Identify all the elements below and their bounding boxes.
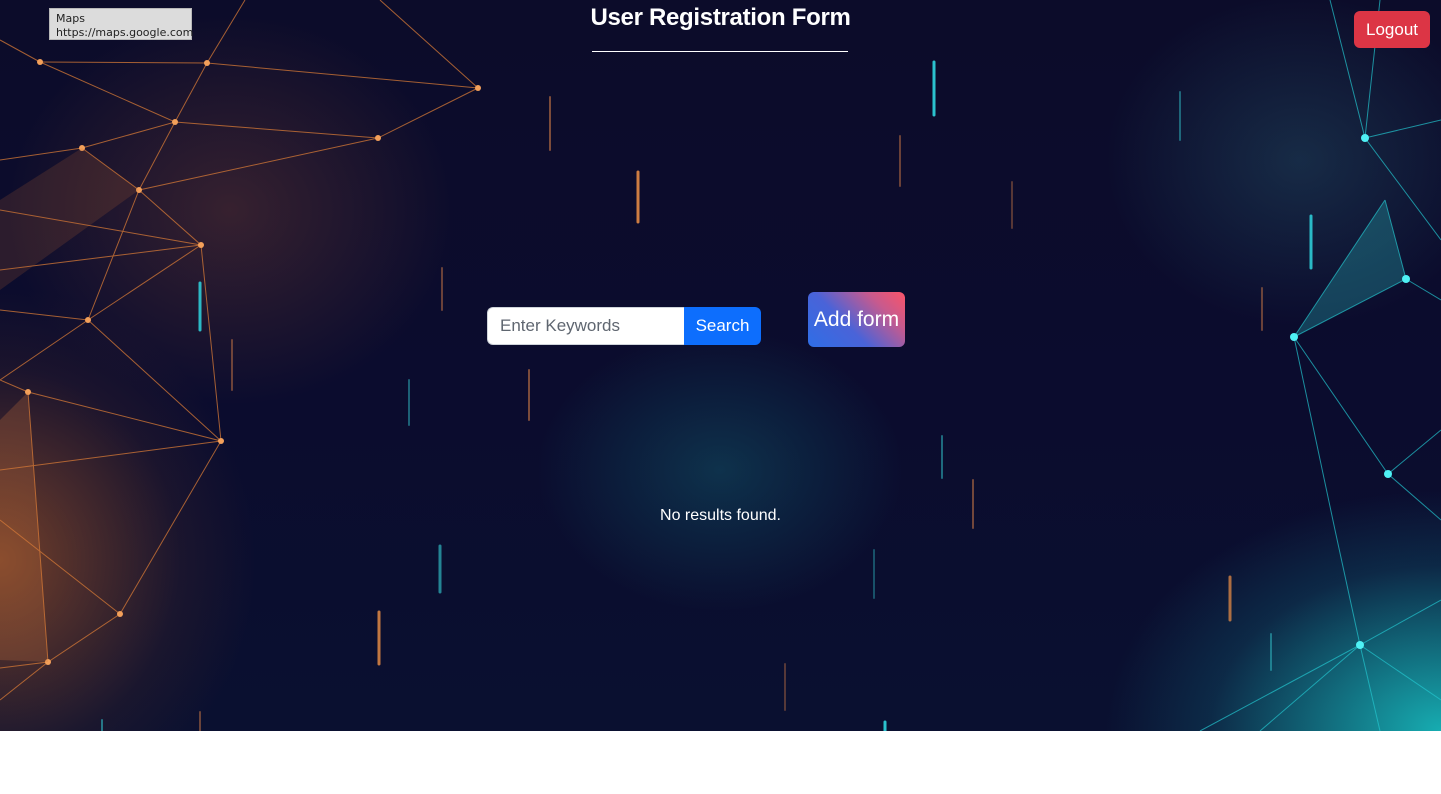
network-background-art	[0, 0, 1441, 731]
search-input[interactable]	[487, 307, 685, 345]
title-divider	[592, 51, 848, 52]
logout-button[interactable]: Logout	[1354, 11, 1430, 48]
no-results-message: No results found.	[660, 507, 781, 524]
search-button[interactable]: Search	[684, 307, 761, 345]
hero-background	[0, 0, 1441, 731]
page-title: User Registration Form	[590, 4, 851, 31]
add-form-button[interactable]: Add form	[808, 292, 905, 347]
